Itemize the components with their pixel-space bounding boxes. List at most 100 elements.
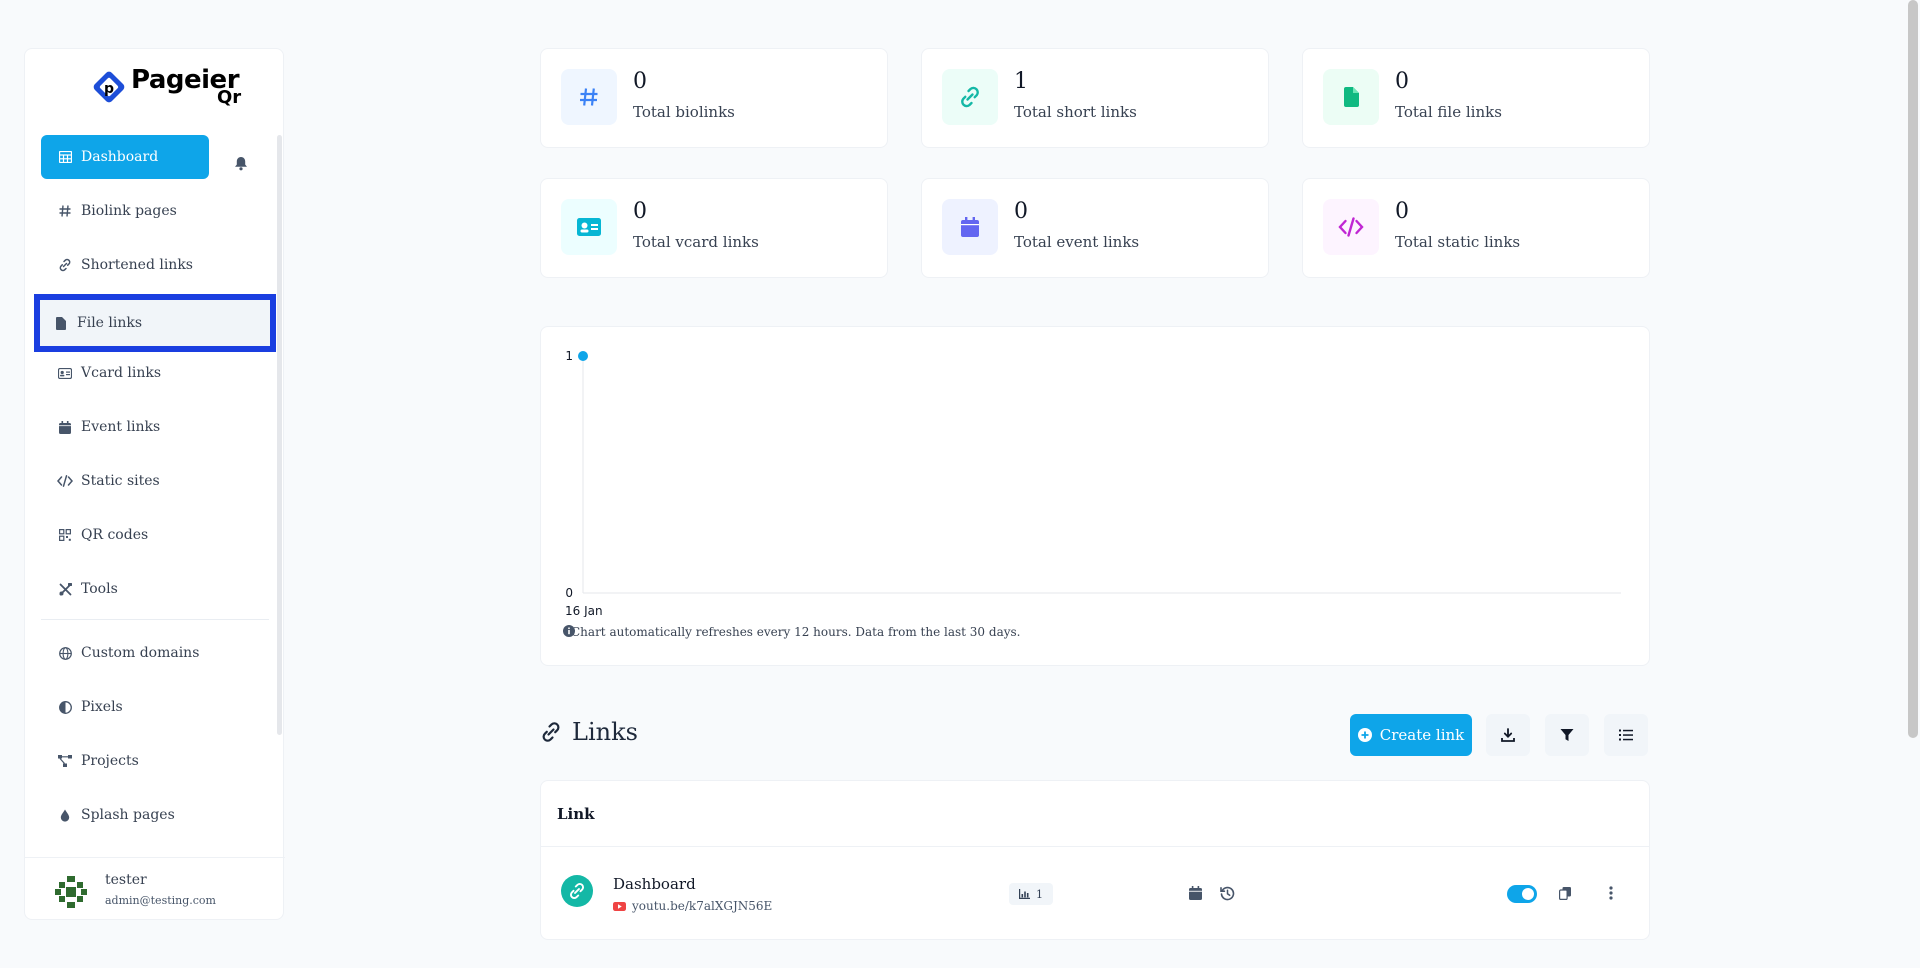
youtube-icon [613,901,626,911]
sidebar-item-dashboard[interactable]: Dashboard [41,135,209,179]
sidebar-item-label: Splash pages [81,807,175,823]
link-url-text: youtu.be/k7alXGJN56E [632,899,773,913]
link-title[interactable]: Dashboard [613,875,696,893]
calendar-icon [942,199,998,255]
calendar-icon [1188,886,1202,900]
stat-label: Total static links [1395,233,1521,251]
chart-note-text: Chart automatically refreshes every 12 h… [571,625,1021,639]
stat-label: Total vcard links [633,233,759,251]
droplet-icon [57,807,73,823]
file-icon [53,315,69,331]
stat-card-biolinks[interactable]: 0 Total biolinks [540,48,888,148]
stat-value: 0 [1014,199,1028,224]
stat-card-vcard-links[interactable]: 0 Total vcard links [540,178,888,278]
link-icon [540,721,562,743]
filter-icon [1560,729,1574,741]
sidebar-item-splash-pages[interactable]: Splash pages [41,793,269,837]
statistics-chart: 0 1 16 Jan Chart automatically refreshes e… [540,326,1650,666]
stat-label: Total biolinks [633,103,735,121]
user-email: admin@testing.com [105,894,216,907]
sidebar-item-label: File links [77,315,143,331]
sidebar-item-label: Biolink pages [81,203,177,219]
svg-text:p: p [104,81,114,97]
plus-circle-icon [1357,728,1372,742]
bell-icon [235,156,247,170]
sidebar: p Pageier Qr Dashboard Biolink pages Sho… [24,48,285,921]
stat-card-event-links[interactable]: 0 Total event links [921,178,1269,278]
link-icon [57,257,73,273]
sidebar-item-shortened-links[interactable]: Shortened links [41,243,269,287]
pageier-logo-icon: p [93,71,125,103]
notifications-button[interactable] [225,147,257,179]
code-icon [57,473,73,489]
stat-label: Total event links [1014,233,1140,251]
sidebar-item-label: Tools [81,581,118,597]
sidebar-item-file-links[interactable]: File links [34,294,276,352]
sidebar-item-event-links[interactable]: Event links [41,405,269,449]
link-icon [561,875,593,907]
create-link-button[interactable]: Create link [1350,714,1472,756]
avatar [53,874,89,910]
stat-value: 0 [1395,199,1409,224]
link-enabled-toggle[interactable] [1507,885,1537,903]
sidebar-item-label: Dashboard [81,149,159,165]
sidebar-item-vcard-links[interactable]: Vcard links [41,351,269,395]
sidebar-item-label: Static sites [81,473,160,489]
file-icon [1323,69,1379,125]
sidebar-item-label: Pixels [81,699,123,715]
stat-label: Total file links [1395,103,1502,121]
stat-card-static-links[interactable]: 0 Total static links [1302,178,1650,278]
create-link-label: Create link [1379,726,1465,744]
sidebar-item-qr-codes[interactable]: QR codes [41,513,269,557]
list-icon [1619,729,1633,741]
history-button[interactable] [1215,881,1239,905]
duplicate-button[interactable] [1553,881,1577,905]
hash-icon [561,69,617,125]
ellipsis-vertical-icon [1609,886,1613,900]
links-section-title: Links [540,718,638,746]
sidebar-item-label: Vcard links [81,365,162,381]
clicks-badge[interactable]: 1 [1009,883,1053,905]
sidebar-scrollbar[interactable] [277,135,282,735]
links-table: Link Dashboard youtu.be/k7alXGJN56E 1 [540,780,1650,940]
stat-value: 1 [1014,69,1028,94]
link-url[interactable]: youtu.be/k7alXGJN56E [613,899,772,913]
brand-sub: Qr [217,87,242,108]
export-button[interactable] [1486,714,1530,756]
id-card-icon [57,365,73,381]
row-more-button[interactable] [1599,881,1623,905]
link-icon [942,69,998,125]
date-button[interactable] [1183,881,1207,905]
sidebar-item-projects[interactable]: Projects [41,739,269,783]
bulk-actions-button[interactable] [1604,714,1648,756]
data-point [578,351,588,361]
sidebar-item-tools[interactable]: Tools [41,567,269,611]
tools-icon [57,581,73,597]
project-diagram-icon [57,753,73,769]
qrcode-icon [57,527,73,543]
brand-logo[interactable]: p Pageier Qr [89,65,242,108]
stat-value: 0 [633,69,647,94]
sidebar-item-custom-domains[interactable]: Custom domains [41,631,269,675]
hash-icon [57,203,73,219]
user-name: tester [105,872,147,888]
chart-canvas: 0 1 16 Jan [565,349,1621,617]
adjust-icon [57,699,73,715]
sidebar-item-label: Event links [81,419,161,435]
stat-card-file-links[interactable]: 0 Total file links [1302,48,1650,148]
sidebar-item-pixels[interactable]: Pixels [41,685,269,729]
filter-button[interactable] [1545,714,1589,756]
y-tick-label: 0 [565,586,573,600]
sidebar-item-static-sites[interactable]: Static sites [41,459,269,503]
stat-card-short-links[interactable]: 1 Total short links [921,48,1269,148]
stat-value: 0 [1395,69,1409,94]
globe-icon [57,645,73,661]
sidebar-divider [41,619,269,620]
calendar-icon [57,419,73,435]
sidebar-item-biolink-pages[interactable]: Biolink pages [41,189,269,233]
user-menu[interactable]: tester admin@testing.com [25,857,285,921]
sidebar-item-label: Shortened links [81,257,193,273]
stat-value: 0 [633,199,647,224]
stat-label: Total short links [1014,103,1137,121]
page-scrollbar[interactable] [1908,0,1918,738]
